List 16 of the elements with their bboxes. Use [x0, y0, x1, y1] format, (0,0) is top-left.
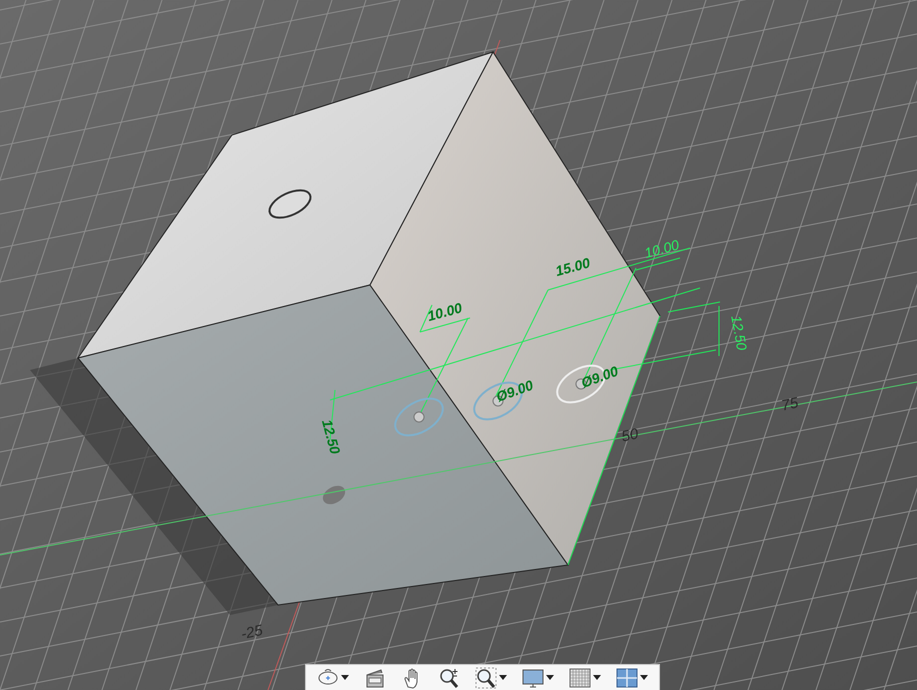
dimension-label: 10.00	[426, 299, 464, 324]
dimension-label: 12.50	[728, 314, 750, 352]
axis-label: -25	[240, 622, 264, 644]
zoom-window-button[interactable]	[472, 666, 509, 690]
axis-label: 50	[620, 425, 640, 446]
grid-icon	[568, 666, 591, 688]
dimension-label: Ø9.00	[494, 376, 536, 405]
dimension-label: 10.00	[642, 236, 681, 261]
dimension-label: 12.50	[319, 418, 344, 456]
viewports-icon	[616, 666, 638, 688]
viewports-button[interactable]	[614, 666, 650, 690]
dimension-label: Ø9.00	[578, 362, 620, 391]
axis-label: 75	[780, 394, 800, 415]
dimension-label: 15.00	[554, 254, 592, 279]
grid-button[interactable]	[566, 666, 603, 690]
monitor-icon	[522, 666, 544, 688]
